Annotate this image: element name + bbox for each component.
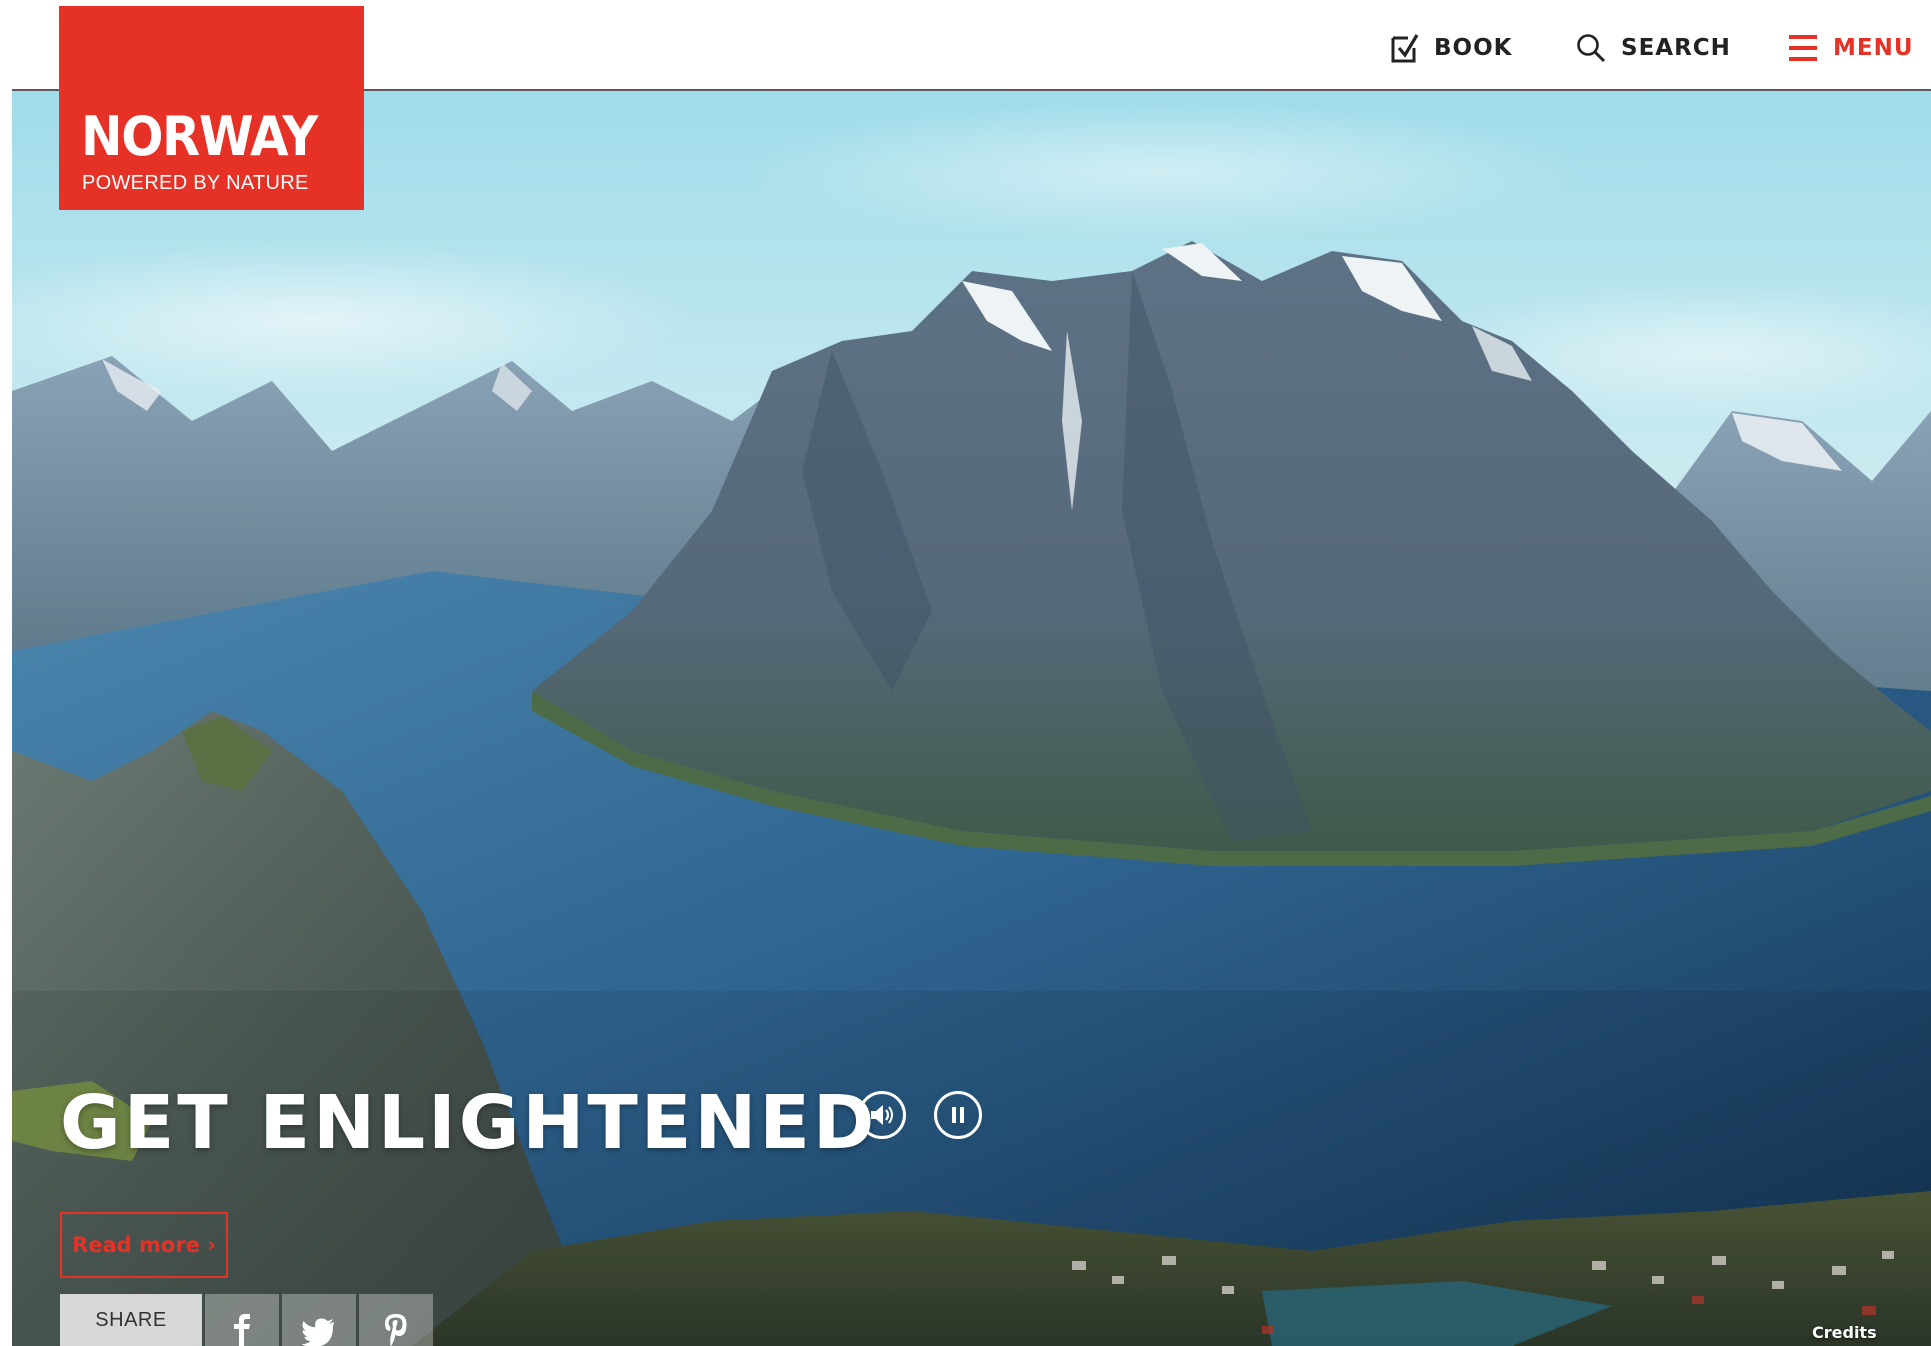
credits-link[interactable]: Credits <box>1812 1323 1877 1342</box>
twitter-icon <box>302 1318 334 1346</box>
book-label: BOOK <box>1434 35 1513 61</box>
pause-button[interactable] <box>934 1091 982 1139</box>
share-bar: SHARE <box>60 1294 433 1346</box>
checkbox-icon <box>1391 34 1419 63</box>
share-label: SHARE <box>60 1294 202 1346</box>
book-button[interactable]: BOOK <box>1390 30 1512 66</box>
logo-tagline: POWERED BY NATURE <box>82 172 309 194</box>
search-icon <box>1577 34 1606 63</box>
sound-toggle-button[interactable] <box>858 1091 906 1139</box>
pause-icon <box>952 1107 964 1123</box>
norway-logo[interactable]: NORWAY POWERED BY NATURE <box>59 6 364 210</box>
pinterest-icon <box>385 1314 407 1346</box>
speaker-icon <box>871 1105 893 1125</box>
read-more-button[interactable]: Read more › <box>60 1212 228 1278</box>
search-label: SEARCH <box>1621 35 1731 61</box>
facebook-icon <box>234 1314 250 1346</box>
hero-video: GET ENLIGHTENED Read more › SHARE Credit… <box>12 91 1931 1346</box>
share-facebook-button[interactable] <box>205 1294 279 1346</box>
share-pinterest-button[interactable] <box>359 1294 433 1346</box>
hero-headline: GET ENLIGHTENED <box>60 1080 878 1166</box>
search-button[interactable]: SEARCH <box>1575 30 1731 66</box>
menu-label: MENU <box>1833 35 1914 61</box>
menu-button[interactable]: MENU <box>1789 30 1914 66</box>
hamburger-icon <box>1789 35 1817 61</box>
logo-title: NORWAY <box>81 105 318 168</box>
share-twitter-button[interactable] <box>282 1294 356 1346</box>
